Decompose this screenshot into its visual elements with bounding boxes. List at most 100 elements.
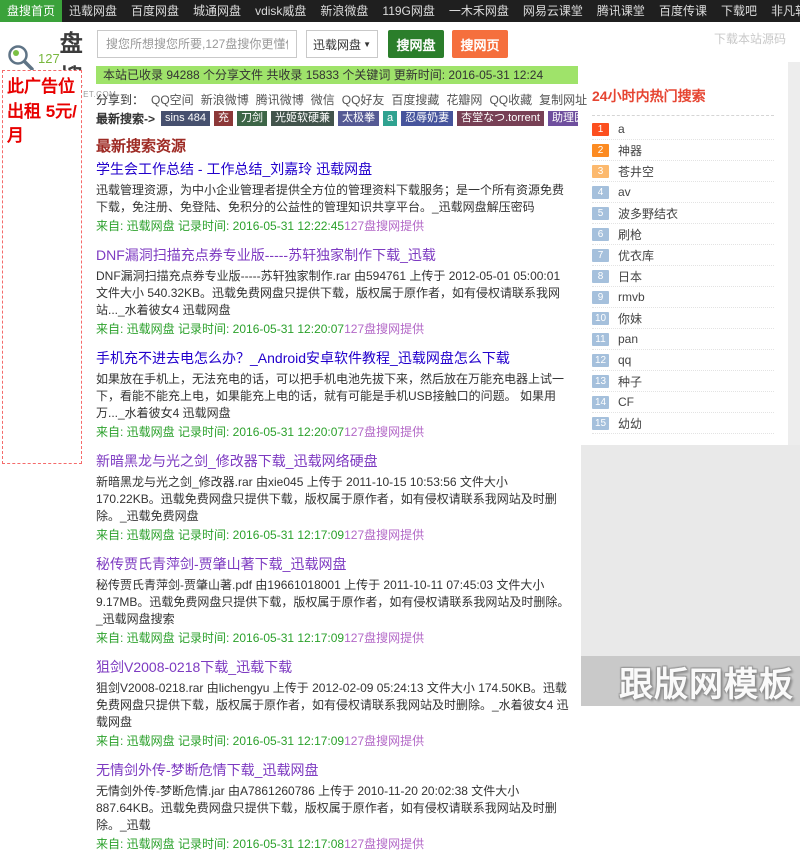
result-meta: 来自: 迅载网盘 记录时间: 2016-05-31 12:22:45127盘搜网… (96, 218, 574, 235)
share-link[interactable]: 百度搜藏 (391, 91, 439, 108)
result-title-link[interactable]: 学生会工作总结 - 工作总结_刘嘉玲 迅载网盘 (96, 160, 372, 179)
hot-search-item[interactable]: 15 幼幼 (592, 413, 774, 434)
topbar-link[interactable]: 一木禾网盘 (442, 0, 516, 22)
result-title-link[interactable]: 狙剑V2008-0218下载_迅载下载 (96, 658, 292, 677)
ad-placeholder[interactable]: 此广告位出租 5元/月 (2, 70, 82, 464)
topbar-links: 盘搜首页迅载网盘百度网盘城通网盘vdisk威盘新浪微盘 119G网盘一木禾网盘网易… (0, 0, 800, 22)
hot-search-item[interactable]: 9 rmvb (592, 287, 774, 308)
result-source-time: 来自: 迅载网盘 记录时间: 2016-05-31 12:17:09 (96, 631, 344, 645)
watermark-band: 跟版网模板 (581, 656, 800, 706)
result-title-link[interactable]: 新暗黑龙与光之剑_修改器下载_迅载网络硬盘 (96, 452, 378, 471)
result-title-link[interactable]: 手机充不进去电怎么办？_Android安卓软件教程_迅载网盘怎么下载 (96, 349, 510, 368)
hot-search-text: CF (618, 395, 634, 409)
download-source-link[interactable]: 下载本站源码 (714, 30, 786, 47)
search-result: 狙剑V2008-0218下载_迅载下载 狙剑V2008-0218.rar 由li… (96, 658, 574, 750)
result-source-time: 来自: 迅载网盘 记录时间: 2016-05-31 12:17:09 (96, 528, 344, 542)
search-web-button[interactable]: 搜网页 (452, 30, 508, 58)
rank-badge: 3 (592, 165, 609, 178)
share-link[interactable]: 花瓣网 (446, 91, 482, 108)
topbar-link[interactable]: 下载吧 (714, 0, 764, 22)
hot-search-item[interactable]: 7 优衣库 (592, 245, 774, 266)
hot-tag[interactable]: 光姬软硬兼 (271, 111, 334, 126)
rank-badge: 12 (592, 354, 609, 367)
hot-search-item[interactable]: 5 波多野结衣 (592, 203, 774, 224)
share-link[interactable]: 微信 (311, 91, 335, 108)
hot-tag[interactable]: 太极拳 (338, 111, 379, 126)
hot-tag[interactable]: sins 484 (161, 111, 210, 126)
share-link[interactable]: QQ空间 (151, 91, 194, 108)
hot-search-item[interactable]: 3 苍井空 (592, 161, 774, 182)
result-title-link[interactable]: 秘传贾氏青萍剑-贾肇山著下载_迅载网盘 (96, 555, 346, 574)
site-logo[interactable]: 127 盘搜 PANSOU.FLASH-GET.COM (6, 24, 106, 64)
hot-search-sidebar: 24小时内热门搜索 1 a 2 神器 3 苍井空 4 av 5 波多野结衣 6 … (592, 86, 774, 434)
hot-tag[interactable]: a (383, 111, 397, 126)
topbar-link[interactable]: 非凡软件 (764, 0, 800, 22)
hot-tag[interactable]: 助理医师 (548, 111, 578, 126)
header: 127 盘搜 PANSOU.FLASH-GET.COM 迅载网盘 ▼ 搜网盘 搜… (0, 22, 800, 66)
section-title: 最新搜索资源 (96, 135, 186, 156)
hot-tag[interactable]: 杏堂なつ.torrent (457, 111, 544, 126)
topbar-link[interactable]: 新浪微盘 (313, 0, 375, 22)
topbar-link[interactable]: 119G网盘 (375, 0, 441, 22)
search-result: 学生会工作总结 - 工作总结_刘嘉玲 迅载网盘 迅载管理资源，为中小企业管理者提… (96, 160, 574, 235)
result-description: 如果放在手机上，无法充电的话，可以把手机电池先拔下来，然后放在万能充电器上试一下… (96, 371, 574, 422)
watermark-text: 跟版网模板 (619, 657, 794, 706)
hot-tag[interactable]: 刀剑 (237, 111, 267, 126)
hot-search-item[interactable]: 8 日本 (592, 266, 774, 287)
result-title-link[interactable]: DNF漏洞扫描充点券专业版-----苏轩独家制作下载_迅载 (96, 246, 436, 265)
topbar-link-label: 百度传课 (659, 4, 707, 18)
hot-search-item[interactable]: 4 av (592, 182, 774, 203)
result-provider: 127盘搜网提供 (344, 631, 424, 645)
hot-search-item[interactable]: 14 CF (592, 392, 774, 413)
share-link[interactable]: QQ收藏 (489, 91, 532, 108)
topbar-link[interactable]: vdisk威盘 (248, 0, 313, 22)
search-result: 无情剑外传-梦断危情下载_迅载网盘 无情剑外传-梦断危情.jar 由A78612… (96, 761, 574, 853)
hot-search-item[interactable]: 10 你妹 (592, 308, 774, 329)
logo-number: 127 (38, 51, 60, 66)
topbar-link[interactable]: 腾讯课堂 (590, 0, 652, 22)
result-description: 秘传贾氏青萍剑-贾肇山著.pdf 由19661018001 上传于 2011-1… (96, 577, 574, 628)
hot-search-item[interactable]: 11 pan (592, 329, 774, 350)
topbar-link[interactable]: 百度网盘 (124, 0, 186, 22)
share-link[interactable]: QQ好友 (342, 91, 385, 108)
hot-search-item[interactable]: 12 qq (592, 350, 774, 371)
topbar-link[interactable]: 盘搜首页 (0, 0, 62, 22)
hot-search-item[interactable]: 13 种子 (592, 371, 774, 392)
search-pan-button[interactable]: 搜网盘 (388, 30, 444, 58)
hot-search-item[interactable]: 2 神器 (592, 140, 774, 161)
share-link[interactable]: 腾讯微博 (256, 91, 304, 108)
select-value: 迅载网盘 (313, 36, 361, 53)
search-engine-select[interactable]: 迅载网盘 ▼ (306, 30, 378, 58)
rank-badge: 7 (592, 249, 609, 262)
hot-tag[interactable]: 充 (214, 111, 233, 126)
hot-search-text: 优衣库 (618, 247, 654, 264)
result-source-time: 来自: 迅载网盘 记录时间: 2016-05-31 12:20:07 (96, 425, 344, 439)
hot-search-item[interactable]: 1 a (592, 119, 774, 140)
hot-tag[interactable]: 忍辱奶妻 (401, 111, 453, 126)
search-result: DNF漏洞扫描充点券专业版-----苏轩独家制作下载_迅载 DNF漏洞扫描充点券… (96, 246, 574, 338)
result-title-link[interactable]: 无情剑外传-梦断危情下载_迅载网盘 (96, 761, 318, 780)
topbar-link-label: 新浪微盘 (320, 4, 368, 18)
share-link[interactable]: 复制网址 (539, 91, 587, 108)
search-input[interactable] (97, 30, 297, 58)
share-link[interactable]: 新浪微博 (201, 91, 249, 108)
hot-search-item[interactable]: 6 刷枪 (592, 224, 774, 245)
result-meta: 来自: 迅载网盘 记录时间: 2016-05-31 12:17:09127盘搜网… (96, 733, 574, 750)
hot-search-text: a (618, 122, 625, 136)
hot-search-text: 波多野结衣 (618, 205, 678, 222)
topbar-link[interactable]: 迅载网盘 (62, 0, 124, 22)
result-source-time: 来自: 迅载网盘 记录时间: 2016-05-31 12:17:09 (96, 734, 344, 748)
rank-badge: 10 (592, 312, 609, 325)
hot-search-text: pan (618, 332, 638, 346)
topbar-link-label: 迅载网盘 (69, 4, 117, 18)
tags-label: 最新搜索-> (96, 110, 155, 127)
result-meta: 来自: 迅载网盘 记录时间: 2016-05-31 12:17:09127盘搜网… (96, 527, 574, 544)
topbar-link-label: 下载吧 (721, 4, 757, 18)
hot-search-text: av (618, 185, 631, 199)
topbar-link[interactable]: 网易云课堂 (516, 0, 590, 22)
hot-search-text: rmvb (618, 290, 645, 304)
rank-badge: 5 (592, 207, 609, 220)
topbar-link[interactable]: 百度传课 (652, 0, 714, 22)
topbar-link[interactable]: 城通网盘 (186, 0, 248, 22)
topbar-link-label: 一木禾网盘 (449, 4, 509, 18)
